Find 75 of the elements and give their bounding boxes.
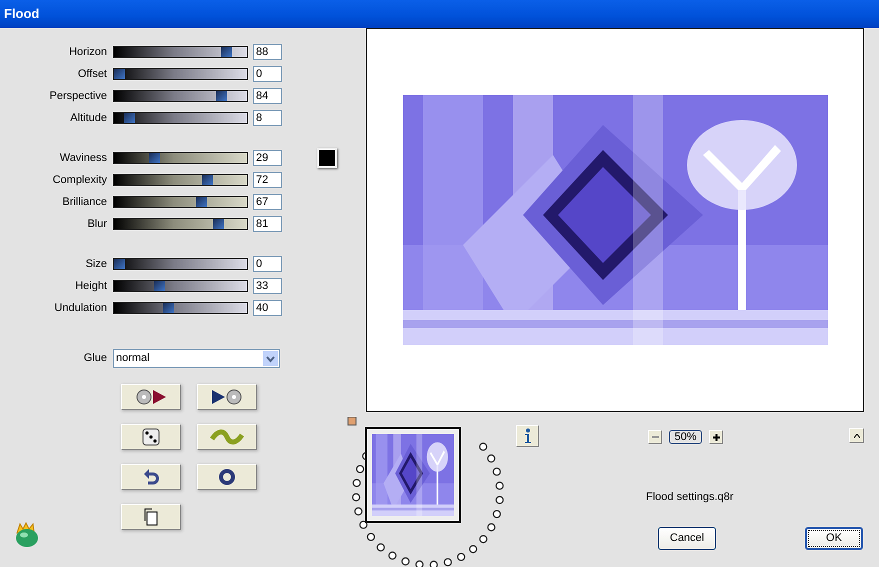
tool-button[interactable] — [121, 504, 181, 530]
minus-icon — [652, 436, 658, 438]
zoom-in-button[interactable] — [709, 430, 723, 444]
value-field[interactable]: 72 — [253, 172, 282, 188]
disc-play-icon — [134, 388, 168, 406]
collapse-button[interactable] — [849, 428, 864, 443]
slider-thumb[interactable] — [216, 91, 228, 101]
slider-label: Complexity — [52, 172, 108, 188]
slider-track[interactable] — [113, 258, 248, 270]
slider-track[interactable] — [113, 174, 248, 186]
slider-thumb[interactable] — [202, 175, 213, 185]
window-title: Flood — [4, 5, 40, 24]
slider-label: Brilliance — [61, 194, 108, 210]
settings-filename: Flood settings.q8r — [646, 490, 734, 505]
value-field[interactable]: 40 — [253, 300, 282, 316]
tool-button[interactable] — [121, 384, 181, 410]
slider-label: Offset — [76, 66, 108, 82]
slider-label: Waviness — [58, 150, 108, 166]
info-button[interactable] — [516, 425, 539, 447]
value-field[interactable]: 29 — [253, 150, 282, 166]
slider-thumb[interactable] — [221, 47, 232, 57]
slider-thumb[interactable] — [114, 259, 125, 269]
tool-button[interactable] — [197, 464, 257, 490]
plus-icon — [712, 434, 720, 440]
logo-icon — [13, 521, 41, 549]
glue-label: Glue — [82, 351, 108, 366]
info-icon — [524, 428, 532, 444]
play-disc-icon — [210, 388, 244, 406]
slider-label: Blur — [86, 216, 108, 232]
tool-button[interactable] — [121, 424, 181, 450]
slider-track[interactable] — [113, 218, 248, 230]
slider-thumb[interactable] — [196, 197, 207, 207]
slider-track[interactable] — [113, 68, 248, 80]
slider-track[interactable] — [113, 90, 248, 102]
glue-dropdown[interactable]: normal — [113, 349, 280, 368]
pages-icon — [142, 508, 160, 526]
value-field[interactable]: 81 — [253, 216, 282, 232]
slider-label: Size — [84, 256, 108, 272]
slider-thumb[interactable] — [114, 69, 125, 79]
tool-button[interactable] — [197, 384, 257, 410]
value-field[interactable]: 67 — [253, 194, 282, 210]
zoom-level: 50% — [669, 430, 702, 444]
slider-track[interactable] — [113, 302, 248, 314]
value-field[interactable]: 0 — [253, 66, 282, 82]
slider-label: Horizon — [68, 44, 108, 60]
slider-label: Height — [74, 278, 108, 294]
slider-thumb[interactable] — [154, 281, 166, 291]
value-field[interactable]: 0 — [253, 256, 282, 272]
slider-thumb[interactable] — [124, 113, 135, 123]
zoom-out-button[interactable] — [648, 430, 662, 444]
dialog-button[interactable]: Cancel — [658, 527, 716, 550]
color-swatch[interactable] — [317, 148, 337, 168]
dial-drawing[interactable] — [346, 417, 506, 567]
undo-icon — [142, 468, 160, 486]
slider-track[interactable] — [113, 196, 248, 208]
slider-thumb[interactable] — [162, 303, 174, 313]
wave-icon — [210, 428, 244, 446]
slider-track[interactable] — [113, 152, 248, 164]
slider-track[interactable] — [113, 112, 248, 124]
slider-thumb[interactable] — [149, 153, 160, 163]
slider-track[interactable] — [113, 46, 248, 58]
slider-track[interactable] — [113, 280, 248, 292]
dice-icon — [142, 428, 160, 446]
value-field[interactable]: 84 — [253, 88, 282, 104]
tool-button[interactable] — [121, 464, 181, 490]
slider-thumb[interactable] — [212, 219, 224, 229]
slider-label: Undulation — [53, 300, 108, 316]
caret-up-icon — [854, 434, 860, 438]
slider-label: Altitude — [69, 110, 108, 126]
value-field[interactable]: 33 — [253, 278, 282, 294]
value-field[interactable]: 88 — [253, 44, 282, 60]
ring-icon — [218, 468, 236, 486]
value-field[interactable]: 8 — [253, 110, 282, 126]
dialog-button[interactable]: OK — [805, 527, 863, 550]
slider-label: Perspective — [48, 88, 108, 104]
